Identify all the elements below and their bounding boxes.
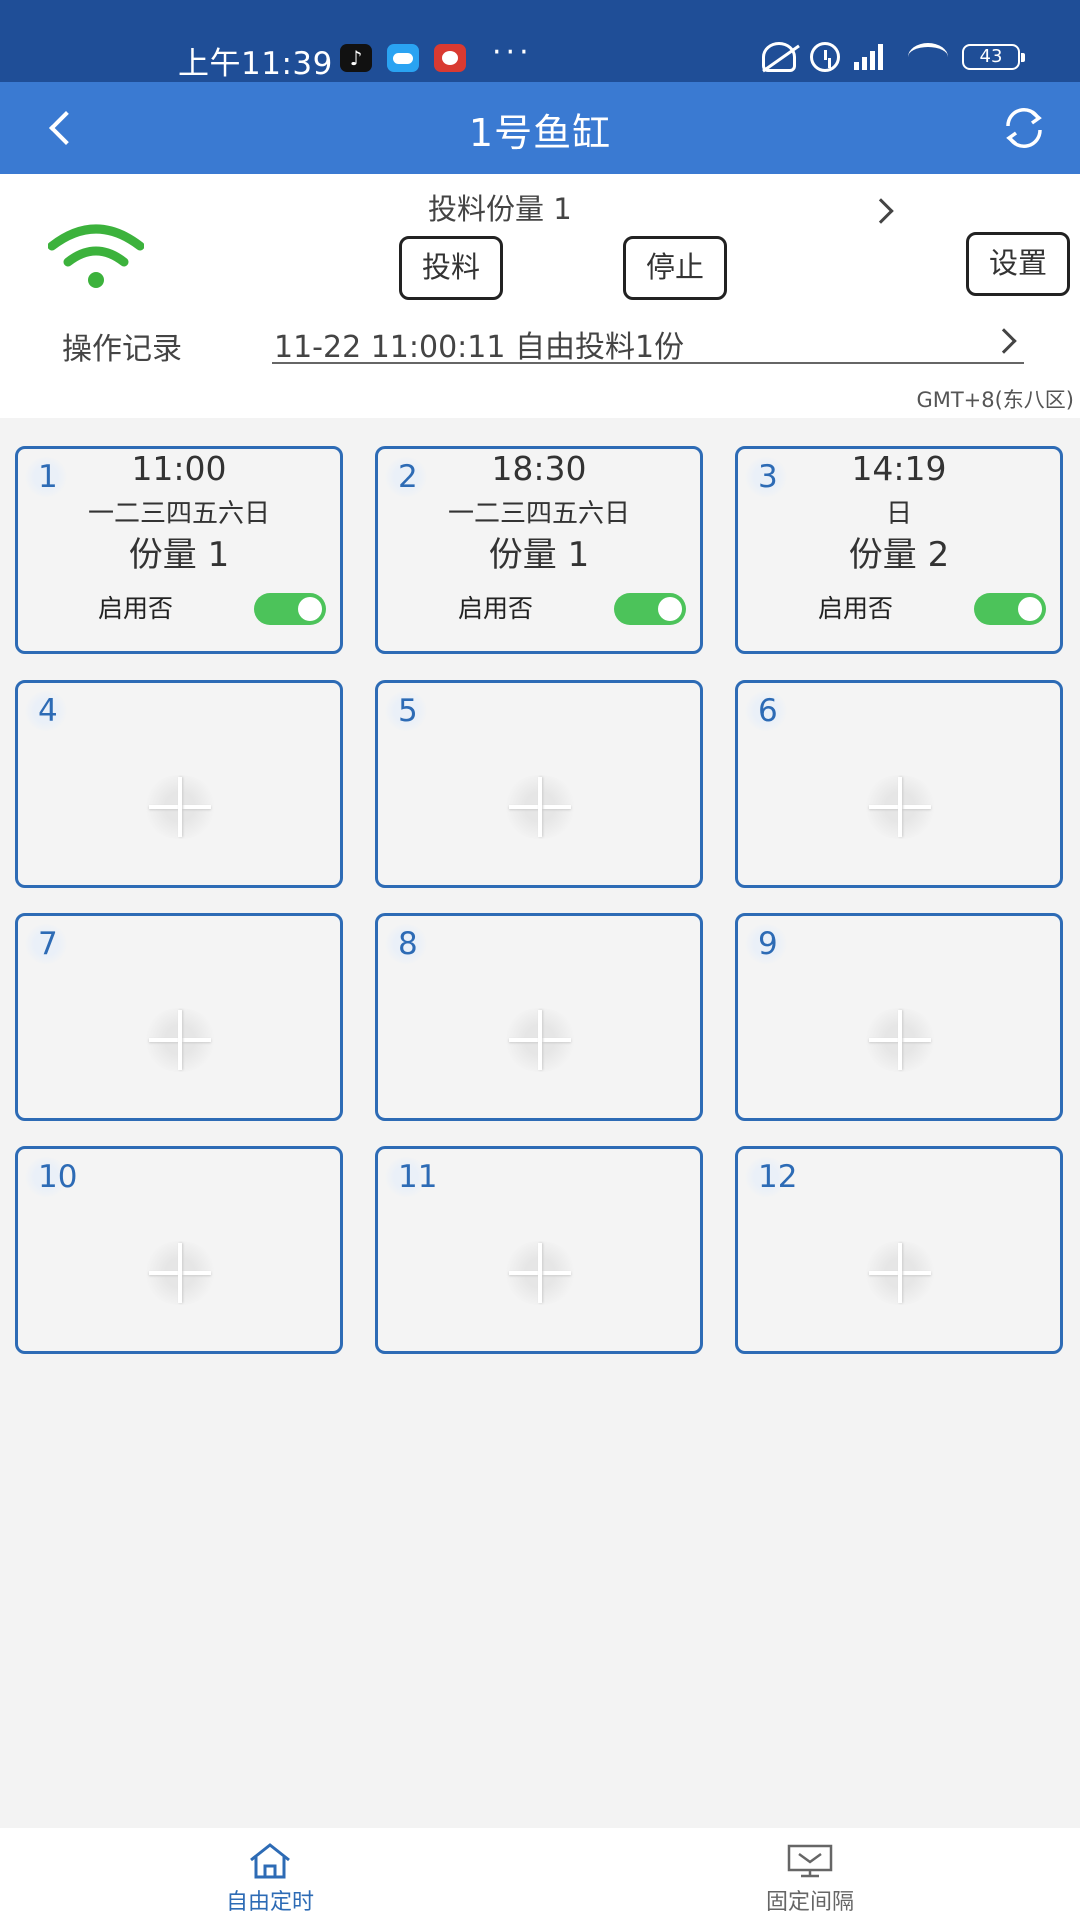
card-number: 4 <box>24 691 68 731</box>
plus-icon[interactable] <box>862 775 938 839</box>
card-number: 7 <box>24 924 68 964</box>
home-icon <box>250 1843 290 1879</box>
card-number: 6 <box>744 691 788 731</box>
plus-icon[interactable] <box>862 1241 938 1305</box>
chevron-right-icon <box>991 328 1017 354</box>
card-number: 5 <box>384 691 428 731</box>
empty-schedule-card[interactable]: 12 <box>735 1146 1063 1354</box>
app-bar: 1号鱼缸 <box>0 82 1080 174</box>
card-number: 8 <box>384 924 428 964</box>
plus-icon[interactable] <box>502 775 578 839</box>
card-number: 10 <box>24 1157 77 1197</box>
card-number: 9 <box>744 924 788 964</box>
status-bar: 上午11:39 ♪ ··· 43 <box>0 0 1080 82</box>
nav-label-home: 自由定时 <box>225 1890 314 1915</box>
card-number: 12 <box>744 1157 797 1197</box>
empty-schedule-card[interactable]: 8 <box>375 913 703 1121</box>
empty-schedule-card[interactable]: 4 <box>15 680 343 888</box>
cloud-app-icon <box>387 44 419 72</box>
robot-app-icon <box>434 44 466 72</box>
log-value: 11-22 11:00:11 自由投料1份 <box>274 330 685 365</box>
wifi-connected-icon <box>47 222 145 292</box>
plus-icon[interactable] <box>142 1241 218 1305</box>
feed-amount-selector[interactable]: 投料份量 1 <box>428 186 572 228</box>
chevron-right-icon[interactable] <box>868 198 894 224</box>
plus-icon[interactable] <box>502 1241 578 1305</box>
stop-button[interactable]: 停止 <box>623 236 727 300</box>
card-portion: 份量 2 <box>848 535 950 575</box>
card-days: 一二三四五六日 <box>87 499 270 529</box>
enable-label: 启用否 <box>98 594 174 623</box>
empty-schedule-card[interactable]: 11 <box>375 1146 703 1354</box>
bottom-nav: 自由定时 固定间隔 <box>0 1828 1080 1920</box>
card-portion: 份量 1 <box>488 535 590 575</box>
refresh-icon[interactable] <box>998 102 1050 154</box>
schedule-card[interactable]: 1 11:00 一二三四五六日 份量 1 启用否 <box>15 446 343 654</box>
schedule-card[interactable]: 3 14:19 日 份量 2 启用否 <box>735 446 1063 654</box>
tiktok-icon: ♪ <box>340 44 372 72</box>
card-number: 11 <box>384 1157 437 1197</box>
enable-toggle[interactable] <box>974 593 1046 625</box>
more-notifications-icon: ··· <box>492 35 533 70</box>
card-days: 一二三四五六日 <box>447 499 630 529</box>
empty-schedule-card[interactable]: 6 <box>735 680 1063 888</box>
nav-item-fixed-interval[interactable]: 固定间隔 <box>710 1842 910 1916</box>
enable-toggle[interactable] <box>614 593 686 625</box>
signal-icon <box>854 44 894 70</box>
enable-label: 启用否 <box>818 594 894 623</box>
card-portion: 份量 1 <box>128 535 230 575</box>
log-label: 操作记录 <box>62 332 182 367</box>
card-time: 18:30 <box>491 449 587 488</box>
card-time: 11:00 <box>131 449 227 488</box>
nav-label-interval: 固定间隔 <box>765 1890 854 1915</box>
status-time: 上午11:39 <box>178 46 333 82</box>
settings-button[interactable]: 设置 <box>966 232 1070 296</box>
feed-button[interactable]: 投料 <box>399 236 503 300</box>
nav-item-free-timing[interactable]: 自由定时 <box>170 1842 370 1916</box>
empty-schedule-card[interactable]: 10 <box>15 1146 343 1354</box>
enable-label: 启用否 <box>458 594 534 623</box>
plus-icon[interactable] <box>862 1008 938 1072</box>
plus-icon[interactable] <box>502 1008 578 1072</box>
enable-toggle[interactable] <box>254 593 326 625</box>
empty-schedule-card[interactable]: 7 <box>15 913 343 1121</box>
schedule-card[interactable]: 2 18:30 一二三四五六日 份量 1 启用否 <box>375 446 703 654</box>
empty-schedule-card[interactable]: 5 <box>375 680 703 888</box>
control-panel: 投料份量 1 投料 停止 设置 操作记录 11-22 11:00:11 自由投料… <box>0 174 1080 418</box>
card-time: 14:19 <box>851 449 947 488</box>
battery-icon: 43 <box>962 44 1025 70</box>
page-title: 1号鱼缸 <box>468 111 612 155</box>
wifi-status-icon <box>908 43 948 71</box>
card-days: 日 <box>885 499 912 529</box>
mute-icon <box>762 42 796 72</box>
alarm-icon <box>810 42 840 72</box>
plus-icon[interactable] <box>142 775 218 839</box>
plus-icon[interactable] <box>142 1008 218 1072</box>
empty-schedule-card[interactable]: 9 <box>735 913 1063 1121</box>
presentation-icon <box>787 1844 833 1878</box>
timezone-label: GMT+8(东八区) <box>916 388 1074 412</box>
operation-log-link[interactable]: 11-22 11:00:11 自由投料1份 <box>272 320 1024 365</box>
